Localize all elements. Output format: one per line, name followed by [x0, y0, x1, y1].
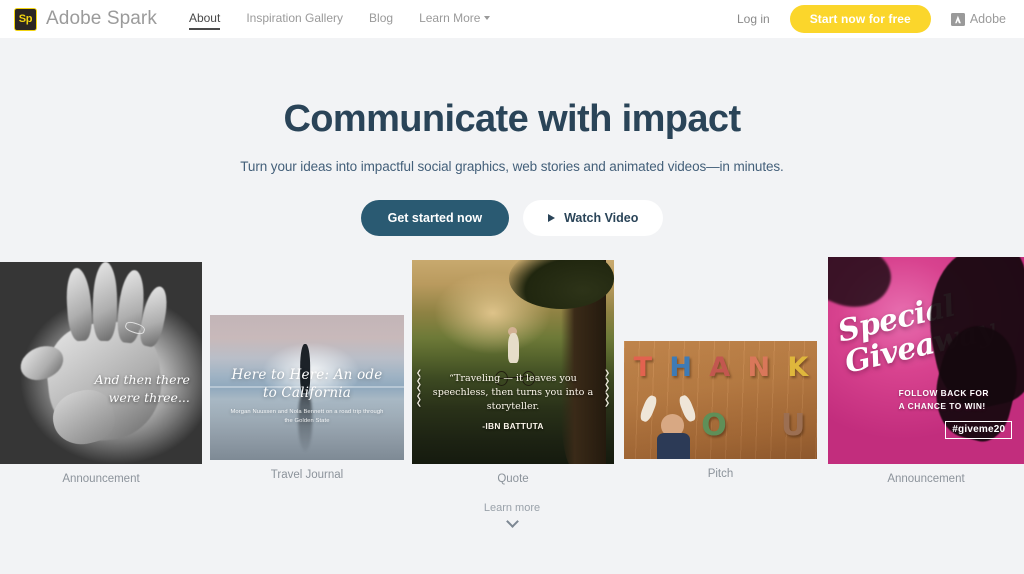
- giveaway-subtext: FOLLOW BACK FOR A CHANCE TO WIN!: [899, 387, 1013, 411]
- template-card-pitch[interactable]: T H A N K O U Pitch: [624, 341, 817, 480]
- thank-word-row: T H A N K: [633, 348, 809, 387]
- card-overlay-subtitle: Morgan Nuussen and Nola Bennett on a roa…: [230, 409, 384, 424]
- main-nav: About Inspiration Gallery Blog Learn Mor…: [188, 10, 491, 30]
- you-word-row: O U: [701, 402, 805, 449]
- watch-video-button[interactable]: Watch Video: [523, 200, 664, 236]
- nav-item-learn-more-label: Learn More: [419, 10, 481, 25]
- card-overlay-group: “Traveling — it leaves you speechless, t…: [430, 372, 596, 431]
- letter-block: O: [701, 407, 727, 443]
- nav-item-about-label: About: [188, 10, 221, 25]
- card-label: Travel Journal: [270, 469, 344, 481]
- header-actions: Log in Start now for free Adobe: [737, 5, 1006, 33]
- nav-item-inspiration-gallery-label: Inspiration Gallery: [246, 10, 344, 25]
- card-overlay-title: Here to Here: An ode to California: [231, 367, 383, 401]
- quote-author: -IBN BATTUTA: [482, 420, 544, 431]
- nav-item-learn-more[interactable]: Learn More: [419, 10, 491, 28]
- template-card-announcement-giveaway[interactable]: Special Giveaway FOLLOW BACK FOR A CHANC…: [828, 257, 1024, 485]
- hero-subtitle: Turn your ideas into impactful social gr…: [240, 159, 784, 174]
- template-card-announcement-hands[interactable]: And then there were three... Announcemen…: [0, 262, 202, 485]
- chevron-down-icon: [507, 517, 518, 528]
- hero-actions: Get started now Watch Video: [0, 200, 1024, 236]
- template-card-quote[interactable]: ❮ ❮ ❮ ❮ ❮ ❯ ❯ ❯ ❯ ❯ “Traveling — it leaves you s…: [412, 260, 614, 485]
- child-body: [656, 433, 690, 459]
- adobe-wordmark: Adobe: [969, 12, 1006, 26]
- card-image: ❮ ❮ ❮ ❮ ❮ ❯ ❯ ❯ ❯ ❯ “Traveling — it leaves you s…: [412, 260, 614, 464]
- giveaway-hashtag: #giveme20: [945, 420, 1013, 439]
- template-gallery: And then there were three... Announcemen…: [0, 257, 1024, 489]
- card-label: Announcement: [62, 473, 140, 485]
- card-image: T H A N K O U: [624, 341, 817, 459]
- nav-item-inspiration-gallery[interactable]: Inspiration Gallery: [246, 11, 343, 28]
- letter-block: K: [787, 352, 808, 384]
- learn-more-label: Learn more: [483, 502, 541, 514]
- start-now-for-free-button[interactable]: Start now for free: [789, 5, 931, 33]
- spark-logo-icon: Sp: [14, 7, 37, 31]
- card-label: Announcement: [887, 473, 965, 485]
- child-arm: [638, 394, 659, 424]
- learn-more-link[interactable]: Learn more: [0, 502, 1024, 528]
- chevron-down-icon: [484, 15, 491, 20]
- hand-finger-shape: [92, 262, 118, 341]
- site-header: Sp Adobe Spark About Inspiration Gallery…: [0, 0, 1024, 38]
- play-triangle-icon: [548, 214, 556, 222]
- giveaway-subtext-line-1: FOLLOW BACK FOR: [898, 388, 989, 399]
- template-card-travel-journal[interactable]: Here to Here: An ode to California Morga…: [210, 315, 404, 481]
- letter-block: A: [709, 352, 730, 384]
- card-label: Quote: [497, 473, 529, 485]
- card-overlay-group: Here to Here: An ode to California Morga…: [226, 367, 389, 425]
- nav-item-blog-label: Blog: [369, 10, 394, 25]
- letter-block: U: [781, 407, 806, 443]
- get-started-now-button[interactable]: Get started now: [360, 200, 510, 236]
- card-image: And then there were three...: [0, 262, 202, 464]
- letter-block: H: [669, 352, 692, 384]
- quote-text: “Traveling — it leaves you speechless, t…: [432, 373, 594, 412]
- giveaway-subtext-line-2: A CHANCE TO WIN!: [898, 400, 986, 411]
- hero-section: Communicate with impact Turn your ideas …: [0, 38, 1024, 236]
- card-image: Here to Here: An ode to California Morga…: [210, 315, 404, 460]
- card-image: Special Giveaway FOLLOW BACK FOR A CHANC…: [828, 257, 1024, 464]
- brand-name: Adobe Spark: [46, 8, 157, 29]
- adobe-corporate-logo[interactable]: Adobe: [950, 12, 1006, 26]
- card-overlay-text: And then there were three...: [94, 372, 190, 406]
- cyclist-body: [507, 333, 520, 364]
- letter-block: N: [747, 352, 770, 384]
- card-label: Pitch: [707, 468, 734, 480]
- login-link[interactable]: Log in: [737, 12, 770, 26]
- watch-video-label: Watch Video: [564, 211, 639, 225]
- letter-block: T: [633, 352, 652, 384]
- page-title: Communicate with impact: [283, 98, 741, 140]
- brand-logo[interactable]: Sp Adobe Spark: [14, 7, 157, 31]
- nav-item-blog[interactable]: Blog: [369, 11, 393, 28]
- adobe-a-icon: [950, 12, 965, 26]
- nav-item-about[interactable]: About: [188, 10, 221, 30]
